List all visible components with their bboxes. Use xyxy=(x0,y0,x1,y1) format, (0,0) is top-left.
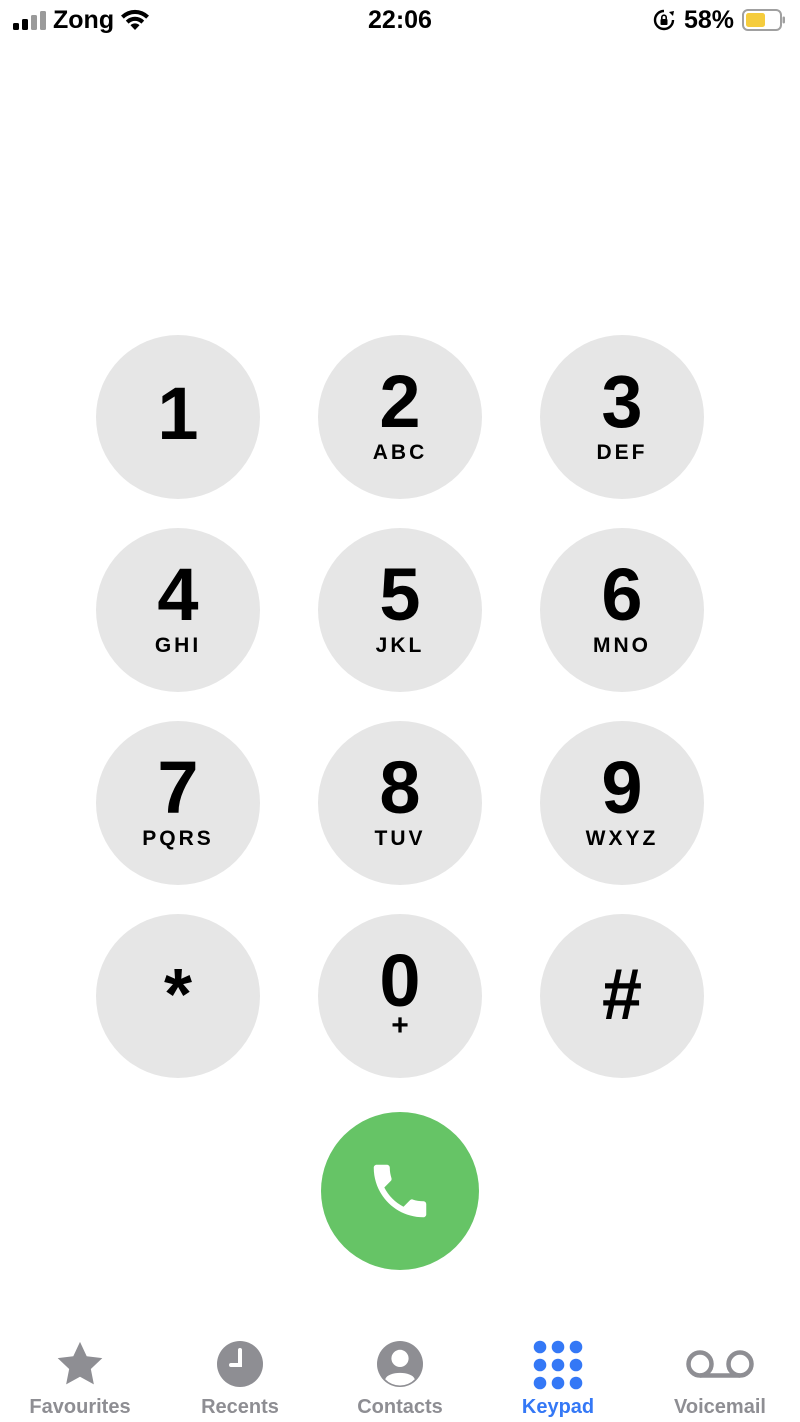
key-6[interactable]: 6 MNO xyxy=(540,528,704,692)
key-letters: JKL xyxy=(375,634,425,657)
key-digit: * xyxy=(163,955,193,1035)
key-7[interactable]: 7 PQRS xyxy=(96,721,260,885)
key-2[interactable]: 2 ABC xyxy=(318,335,482,499)
key-hash[interactable]: # xyxy=(540,914,704,1078)
tab-label: Contacts xyxy=(357,1396,443,1418)
tab-favourites[interactable]: Favourites xyxy=(0,1330,160,1422)
status-time: 22:06 xyxy=(368,6,432,34)
battery-icon xyxy=(742,9,785,31)
phone-screen: Zong 22:06 58% 1 2 ABC 3 DEF 4 GHI 5 JKL 6 MNO 7 PQR… xyxy=(0,0,800,1422)
key-digit: 2 xyxy=(379,360,421,443)
key-8[interactable]: 8 TUV xyxy=(318,721,482,885)
tab-recents[interactable]: Recents xyxy=(160,1330,320,1422)
key-9[interactable]: 9 WXYZ xyxy=(540,721,704,885)
key-letters: PQRS xyxy=(142,827,214,850)
battery-percentage: 58% xyxy=(684,6,735,34)
key-4[interactable]: 4 GHI xyxy=(96,528,260,692)
key-0[interactable]: 0 + xyxy=(318,914,482,1078)
tab-label: Recents xyxy=(201,1396,279,1418)
key-digit: 8 xyxy=(379,746,421,829)
key-digit: 4 xyxy=(157,553,199,636)
tab-keypad[interactable]: Keypad xyxy=(478,1330,638,1422)
key-letters: WXYZ xyxy=(585,827,659,850)
key-digit: 7 xyxy=(157,746,199,829)
key-digit: 1 xyxy=(157,372,199,455)
key-1[interactable]: 1 xyxy=(96,335,260,499)
key-digit: 5 xyxy=(379,553,421,636)
status-bar: Zong 22:06 58% xyxy=(0,0,800,40)
person-icon xyxy=(377,1341,423,1387)
key-digit: 9 xyxy=(601,746,643,829)
call-button[interactable] xyxy=(321,1112,479,1270)
key-digit: # xyxy=(601,955,643,1035)
key-letters: + xyxy=(391,1009,409,1042)
keypad-icon xyxy=(533,1340,583,1390)
key-digit: 3 xyxy=(601,360,643,443)
key-letters: ABC xyxy=(372,441,428,464)
phone-icon xyxy=(373,1164,427,1218)
key-star[interactable]: * xyxy=(96,914,260,1078)
key-letters: DEF xyxy=(596,441,648,464)
key-letters: MNO xyxy=(593,634,651,657)
tab-label: Favourites xyxy=(29,1396,131,1418)
key-letters: GHI xyxy=(154,634,202,657)
clock-icon xyxy=(217,1341,263,1387)
key-letters: TUV xyxy=(374,827,426,850)
tab-contacts[interactable]: Contacts xyxy=(320,1330,480,1422)
rotation-lock-icon xyxy=(653,9,675,31)
key-digit: 6 xyxy=(601,553,643,636)
key-5[interactable]: 5 JKL xyxy=(318,528,482,692)
voicemail-icon xyxy=(686,1350,754,1378)
tab-label: Keypad xyxy=(521,1396,595,1418)
star-icon xyxy=(57,1341,103,1385)
tab-voicemail[interactable]: Voicemail xyxy=(640,1330,800,1422)
key-3[interactable]: 3 DEF xyxy=(540,335,704,499)
tab-label: Voicemail xyxy=(674,1396,766,1418)
